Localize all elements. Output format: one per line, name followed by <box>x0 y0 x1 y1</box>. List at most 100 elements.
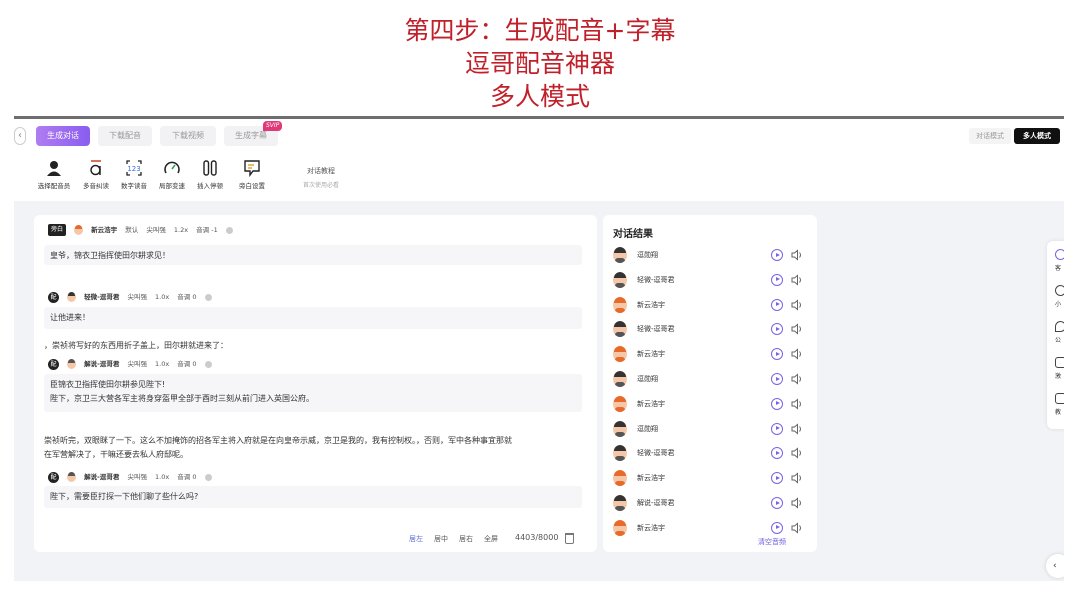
side-item-mini[interactable]: 小 <box>1055 285 1064 308</box>
play-icon[interactable] <box>771 348 783 361</box>
align-center-button[interactable]: 居中 <box>434 534 448 544</box>
speed-setting[interactable]: 1.2x <box>174 224 188 236</box>
speaker-name[interactable]: 解说-逗哥君 <box>84 471 119 483</box>
local-speed-tool[interactable]: 局部变速 <box>152 159 192 190</box>
pitch-setting[interactable]: 音调 0 <box>177 358 196 370</box>
speed-setting[interactable]: 1.0x <box>155 291 169 303</box>
result-row[interactable]: 逗勋翔 <box>613 245 809 265</box>
side-item-activate[interactable]: 激 <box>1055 357 1064 380</box>
speaker-icon[interactable] <box>791 472 803 484</box>
speed-setting[interactable]: 1.0x <box>155 471 169 483</box>
fullscreen-button[interactable]: 全屏 <box>484 534 498 544</box>
pitch-setting[interactable]: 音调 0 <box>177 471 196 483</box>
number-reading-tool[interactable]: 123 数字读音 <box>114 159 154 190</box>
info-icon[interactable] <box>204 293 212 301</box>
play-icon[interactable] <box>771 397 783 410</box>
dialog-tutorial-link[interactable]: 对话教程 首次使用必看 <box>297 166 345 189</box>
dialog-line[interactable]: 让他进来！ <box>44 307 582 329</box>
play-icon[interactable] <box>771 422 783 435</box>
role-chip[interactable]: 旁白 <box>48 224 67 236</box>
tab-generate-dialog[interactable]: 生成对话 <box>36 126 90 146</box>
info-icon[interactable] <box>225 226 233 234</box>
speaker-name[interactable]: 解说-逗哥君 <box>84 358 119 370</box>
result-row[interactable]: 新云浩宇 <box>613 468 809 488</box>
result-row[interactable]: 逗勋翔 <box>613 369 809 389</box>
info-icon[interactable] <box>204 360 212 368</box>
side-item-label: 小 <box>1055 301 1062 308</box>
speaker-icon[interactable] <box>791 497 803 509</box>
pitch-setting[interactable]: 音调 -1 <box>196 224 218 236</box>
style-setting[interactable]: 尖叫强 <box>146 224 166 236</box>
result-row[interactable]: 轻微-逗哥君 <box>613 270 809 290</box>
role-chip[interactable]: 配 <box>48 291 59 303</box>
play-icon[interactable] <box>771 447 783 460</box>
speaker-icon[interactable] <box>791 274 803 286</box>
side-item-service[interactable]: 客 <box>1055 249 1064 272</box>
play-icon[interactable] <box>771 249 783 261</box>
insert-pause-tool[interactable]: 插入停顿 <box>190 159 230 190</box>
play-icon[interactable] <box>771 373 783 385</box>
play-icon[interactable] <box>771 323 783 336</box>
dialog-line[interactable]: 陛下，需要臣打探一下他们聊了些什么吗? <box>44 486 582 508</box>
result-row[interactable]: 新云浩宇 <box>613 295 809 315</box>
polyphone-tool[interactable]: 多音纠读 <box>76 159 116 190</box>
result-row[interactable]: 新云浩宇 <box>613 518 809 538</box>
role-chip[interactable]: 配 <box>48 471 59 483</box>
play-icon[interactable] <box>771 298 783 311</box>
speaker-avatar <box>613 445 627 462</box>
speaker-icon[interactable] <box>791 447 803 459</box>
dialog-mode-button[interactable]: 对话模式 <box>969 128 1011 144</box>
speaker-icon[interactable] <box>791 323 803 335</box>
collapse-button[interactable]: ‹ <box>1046 554 1064 578</box>
speaker-icon[interactable] <box>791 522 803 534</box>
play-icon[interactable] <box>771 521 783 534</box>
result-row[interactable]: 解说-逗哥君 <box>613 493 809 513</box>
result-row[interactable]: 新云浩宇 <box>613 394 809 414</box>
speaker-icon[interactable] <box>791 373 803 385</box>
info-icon[interactable] <box>204 473 212 481</box>
back-button[interactable]: ‹ <box>14 127 26 145</box>
result-row[interactable]: 逗勋翔 <box>613 419 809 439</box>
result-row[interactable]: 轻微-逗哥君 <box>613 443 809 463</box>
narration-line[interactable]: ，崇祯将写好的东西用折子盖上，田尔耕就进来了： <box>44 339 584 353</box>
narration-settings-tool[interactable]: 旁白设置 <box>232 159 272 190</box>
speaker-icon[interactable] <box>791 348 803 360</box>
align-left-button[interactable]: 居左 <box>409 534 423 544</box>
speed-setting[interactable]: 1.0x <box>155 358 169 370</box>
speaker-icon[interactable] <box>791 299 803 311</box>
heading-mode: 多人模式 <box>489 82 590 111</box>
style-setting[interactable]: 尖叫强 <box>127 358 147 370</box>
dialog-line[interactable]: 臣锦衣卫指挥使田尔耕参见陛下! 陛下，京卫三大营各军主将身穿盔甲全部于酉时三刻从… <box>44 374 582 412</box>
tab-download-audio[interactable]: 下载配音 <box>98 126 152 146</box>
narration-text: 在军营解决了，干嘛还要去私人府邸呢。 <box>44 450 188 459</box>
select-voice-tool[interactable]: 选择配音员 <box>34 159 74 190</box>
tab-download-video[interactable]: 下载视频 <box>160 126 216 146</box>
play-icon[interactable] <box>771 472 783 485</box>
style-setting[interactable]: 尖叫强 <box>127 471 147 483</box>
multi-mode-button[interactable]: 多人模式 <box>1014 128 1060 144</box>
clear-audio-button[interactable]: 清空音频 <box>758 537 786 547</box>
speaker-icon[interactable] <box>791 423 803 435</box>
dialog-editor[interactable]: 旁白 新云浩宇 默认 尖叫强 1.2x 音调 -1 皇爷，锦衣卫指挥使田尔耕求见… <box>34 215 597 552</box>
style-setting[interactable]: 尖叫强 <box>127 291 147 303</box>
align-right-button[interactable]: 居右 <box>459 534 473 544</box>
play-icon[interactable] <box>771 497 783 509</box>
role-chip[interactable]: 配 <box>48 358 59 370</box>
speaker-name[interactable]: 轻微-逗哥君 <box>84 291 119 303</box>
result-speaker-name: 轻微-逗哥君 <box>637 325 675 334</box>
speaker-icon[interactable] <box>791 249 803 261</box>
dialog-line[interactable]: 皇爷，锦衣卫指挥使田尔耕求见！ <box>44 245 582 265</box>
speaker-avatar <box>613 247 627 263</box>
speaker-icon[interactable] <box>791 398 803 410</box>
side-item-tutorial[interactable]: 教 <box>1055 393 1064 416</box>
speaker-name[interactable]: 新云浩宇 <box>91 224 117 236</box>
play-icon[interactable] <box>771 273 783 286</box>
pitch-setting[interactable]: 音调 0 <box>177 291 196 303</box>
result-row[interactable]: 轻微-逗哥君 <box>613 319 809 339</box>
trash-icon[interactable] <box>565 533 574 544</box>
narration-line[interactable]: 崇祯听完，双眼眯了一下。这么不加掩饰的招各军主将入府就是在向皇帝示威，京卫是我的… <box>44 434 584 462</box>
result-row[interactable]: 新云浩宇 <box>613 344 809 364</box>
emotion-setting[interactable]: 默认 <box>125 224 138 236</box>
side-item-public[interactable]: 公 <box>1055 321 1064 344</box>
dialog-results-panel: 对话结果 逗勋翔 轻微-逗哥君 新云浩宇 轻微-逗哥君 新云浩宇 逗勋翔 新云浩宇 逗勋翔 轻微… <box>603 215 817 552</box>
